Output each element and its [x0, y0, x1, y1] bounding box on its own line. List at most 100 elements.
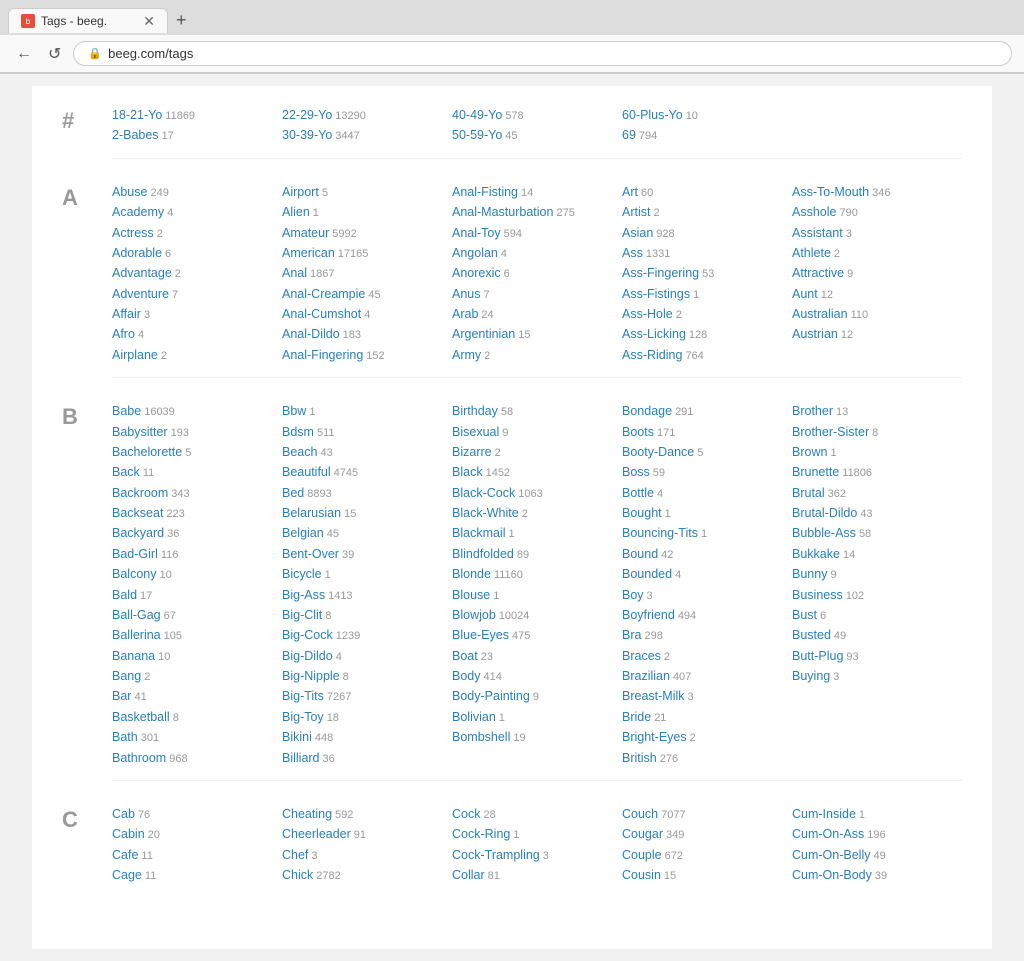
- tag-name[interactable]: Asian: [622, 224, 653, 243]
- tag-name[interactable]: Bride: [622, 708, 651, 727]
- tag-name[interactable]: Belgian: [282, 524, 324, 543]
- tag-name[interactable]: Aunt: [792, 285, 818, 304]
- tag-name[interactable]: Cock-Trampling: [452, 846, 540, 865]
- tag-name[interactable]: Blowjob: [452, 606, 496, 625]
- active-tab[interactable]: b Tags - beeg. ✕: [8, 8, 168, 33]
- tag-name[interactable]: Body-Painting: [452, 687, 530, 706]
- tag-name[interactable]: Belarusian: [282, 504, 341, 523]
- tag-name[interactable]: Anal-Fingering: [282, 346, 363, 365]
- tag-name[interactable]: Brown: [792, 443, 827, 462]
- tag-name[interactable]: Boy: [622, 586, 644, 605]
- tag-name[interactable]: Bbw: [282, 402, 306, 421]
- tag-name[interactable]: Backseat: [112, 504, 163, 523]
- tag-name[interactable]: Bra: [622, 626, 641, 645]
- tag-name[interactable]: Art: [622, 183, 638, 202]
- tag-name[interactable]: Ass-To-Mouth: [792, 183, 869, 202]
- tag-name[interactable]: Cage: [112, 866, 142, 885]
- tag-name[interactable]: Bisexual: [452, 423, 499, 442]
- tag-name[interactable]: Bath: [112, 728, 138, 747]
- tag-name[interactable]: Cum-On-Body: [792, 866, 872, 885]
- tag-name[interactable]: Ass-Fistings: [622, 285, 690, 304]
- tag-name[interactable]: Anal-Masturbation: [452, 203, 553, 222]
- tag-name[interactable]: Bizarre: [452, 443, 492, 462]
- tag-name[interactable]: Bubble-Ass: [792, 524, 856, 543]
- tag-name[interactable]: Blindfolded: [452, 545, 514, 564]
- tag-name[interactable]: Australian: [792, 305, 848, 324]
- tag-name[interactable]: Bolivian: [452, 708, 496, 727]
- tag-name[interactable]: Adventure: [112, 285, 169, 304]
- tag-name[interactable]: Bald: [112, 586, 137, 605]
- tag-name[interactable]: Chef: [282, 846, 308, 865]
- tag-name[interactable]: 69: [622, 126, 636, 145]
- tag-name[interactable]: Afro: [112, 325, 135, 344]
- tag-name[interactable]: Advantage: [112, 264, 172, 283]
- tag-name[interactable]: Army: [452, 346, 481, 365]
- tag-name[interactable]: Bukkake: [792, 545, 840, 564]
- tag-name[interactable]: Airport: [282, 183, 319, 202]
- tag-name[interactable]: Bounded: [622, 565, 672, 584]
- tag-name[interactable]: Cheating: [282, 805, 332, 824]
- tag-name[interactable]: Big-Cock: [282, 626, 333, 645]
- tag-name[interactable]: Anal-Fisting: [452, 183, 518, 202]
- tag-name[interactable]: Boss: [622, 463, 650, 482]
- tag-name[interactable]: Body: [452, 667, 481, 686]
- tag-name[interactable]: Alien: [282, 203, 310, 222]
- tag-name[interactable]: Big-Ass: [282, 586, 325, 605]
- tag-name[interactable]: Adorable: [112, 244, 162, 263]
- tag-name[interactable]: Anal-Cumshot: [282, 305, 361, 324]
- tag-name[interactable]: Brother: [792, 402, 833, 421]
- tag-name[interactable]: Ballerina: [112, 626, 161, 645]
- tag-name[interactable]: Beautiful: [282, 463, 331, 482]
- tag-name[interactable]: Bouncing-Tits: [622, 524, 698, 543]
- tag-name[interactable]: Blue-Eyes: [452, 626, 509, 645]
- tag-name[interactable]: Anus: [452, 285, 481, 304]
- tag-name[interactable]: Bunny: [792, 565, 827, 584]
- tag-name[interactable]: Athlete: [792, 244, 831, 263]
- tag-name[interactable]: Black-White: [452, 504, 519, 523]
- tag-name[interactable]: Chick: [282, 866, 313, 885]
- tag-name[interactable]: Amateur: [282, 224, 329, 243]
- tag-name[interactable]: 2-Babes: [112, 126, 159, 145]
- tag-name[interactable]: Couch: [622, 805, 658, 824]
- tag-name[interactable]: Big-Toy: [282, 708, 324, 727]
- tag-name[interactable]: Asshole: [792, 203, 836, 222]
- tag-name[interactable]: Bound: [622, 545, 658, 564]
- tag-name[interactable]: Attractive: [792, 264, 844, 283]
- tag-name[interactable]: Back: [112, 463, 140, 482]
- tag-name[interactable]: Big-Tits: [282, 687, 324, 706]
- tag-name[interactable]: Bombshell: [452, 728, 510, 747]
- tag-name[interactable]: Bachelorette: [112, 443, 182, 462]
- tag-name[interactable]: Cum-On-Belly: [792, 846, 871, 865]
- tag-name[interactable]: Beach: [282, 443, 317, 462]
- tag-name[interactable]: Anal-Creampie: [282, 285, 365, 304]
- tag-name[interactable]: Ass-Hole: [622, 305, 673, 324]
- tab-close-button[interactable]: ✕: [143, 14, 155, 28]
- tag-name[interactable]: Collar: [452, 866, 485, 885]
- tag-name[interactable]: Backyard: [112, 524, 164, 543]
- tag-name[interactable]: Butt-Plug: [792, 647, 843, 666]
- tag-name[interactable]: Booty-Dance: [622, 443, 694, 462]
- new-tab-button[interactable]: +: [168, 6, 195, 35]
- tag-name[interactable]: Cock-Ring: [452, 825, 510, 844]
- tag-name[interactable]: Ass-Licking: [622, 325, 686, 344]
- tag-name[interactable]: Ass: [622, 244, 643, 263]
- tag-name[interactable]: Braces: [622, 647, 661, 666]
- tag-name[interactable]: Bed: [282, 484, 304, 503]
- tag-name[interactable]: Abuse: [112, 183, 147, 202]
- tag-name[interactable]: American: [282, 244, 335, 263]
- tag-name[interactable]: Boyfriend: [622, 606, 675, 625]
- tag-name[interactable]: Balcony: [112, 565, 156, 584]
- tag-name[interactable]: Big-Nipple: [282, 667, 340, 686]
- tag-name[interactable]: Bar: [112, 687, 131, 706]
- back-button[interactable]: ←: [12, 43, 36, 65]
- tag-name[interactable]: Blonde: [452, 565, 491, 584]
- tag-name[interactable]: Anal-Toy: [452, 224, 501, 243]
- tag-name[interactable]: Black: [452, 463, 483, 482]
- tag-name[interactable]: Ass-Fingering: [622, 264, 699, 283]
- tag-name[interactable]: Cum-On-Ass: [792, 825, 864, 844]
- tag-name[interactable]: Affair: [112, 305, 141, 324]
- tag-name[interactable]: Actress: [112, 224, 154, 243]
- tag-name[interactable]: Couple: [622, 846, 662, 865]
- tag-name[interactable]: 30-39-Yo: [282, 126, 332, 145]
- tag-name[interactable]: Billiard: [282, 749, 320, 768]
